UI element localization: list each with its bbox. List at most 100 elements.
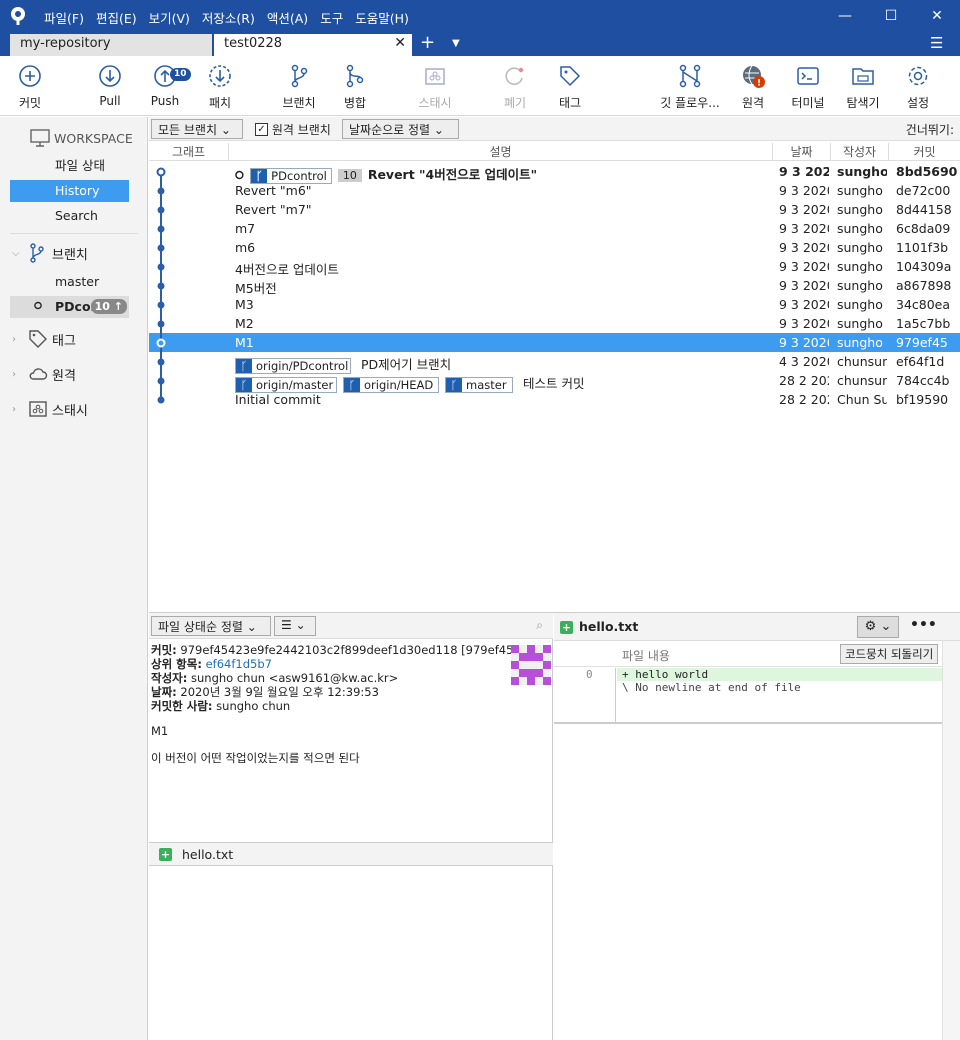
sidebar-branch-master[interactable]: master bbox=[10, 271, 129, 293]
fetch-button[interactable]: 패치 bbox=[185, 64, 255, 111]
svg-text:!: ! bbox=[757, 79, 761, 89]
minimize-icon[interactable]: — bbox=[822, 0, 868, 32]
detail-toolbar: 파일 상태순 정렬 ⌄ ☰ ⌄ ⌕ bbox=[149, 613, 553, 639]
graph-node[interactable] bbox=[157, 225, 165, 233]
revert-hunk-button[interactable]: 코드뭉치 되돌리기 bbox=[840, 644, 939, 664]
merge-button[interactable]: 병합 bbox=[320, 64, 390, 111]
new-tab-icon[interactable]: + bbox=[420, 32, 435, 53]
graph-node[interactable] bbox=[157, 282, 165, 290]
cloud-icon bbox=[29, 368, 48, 380]
chevron-right-icon: › bbox=[12, 368, 16, 380]
col-date[interactable]: 날짜 bbox=[773, 143, 831, 161]
more-options-icon[interactable]: ••• bbox=[910, 617, 937, 633]
tab-close-icon[interactable]: ✕ bbox=[394, 35, 406, 51]
sidebar-item-history[interactable]: History bbox=[10, 180, 129, 202]
view-mode-dropdown[interactable]: ☰ ⌄ bbox=[274, 616, 316, 636]
sidebar-group-branches[interactable]: ⌵ 브랜치 bbox=[12, 243, 88, 263]
close-icon[interactable]: ✕ bbox=[914, 0, 960, 32]
commit-button[interactable]: 커밋 bbox=[0, 64, 65, 111]
checkbox-checked-icon: ✓ bbox=[255, 123, 268, 136]
diff-scrollbar[interactable] bbox=[942, 641, 960, 1040]
changed-file-row[interactable]: + hello.txt bbox=[149, 842, 553, 866]
menu-tools[interactable]: 도구 bbox=[320, 8, 343, 27]
graph-node[interactable] bbox=[157, 320, 165, 328]
gitflow-button[interactable]: 깃 플로우... bbox=[655, 64, 725, 111]
hunk-label: 파일 내용 bbox=[622, 649, 670, 663]
col-graph[interactable]: 그래프 bbox=[149, 143, 229, 161]
history-column-headers: 그래프 설명 날짜 작성자 커밋 bbox=[149, 141, 960, 161]
branch-filter-dropdown[interactable]: 모든 브랜치 ⌄ bbox=[151, 119, 243, 139]
tab-my-repository[interactable]: my-repository bbox=[10, 34, 212, 56]
sidebar-group-tags[interactable]: › 태그 bbox=[12, 329, 76, 349]
col-commit[interactable]: 커밋 bbox=[889, 143, 960, 161]
graph-node[interactable] bbox=[156, 167, 166, 177]
title-bar: 파일(F) 편집(E) 보기(V) 저장소(R) 액션(A) 도구 도움말(H)… bbox=[0, 0, 960, 32]
sidebar-group-stashes[interactable]: › 스태시 bbox=[12, 399, 88, 419]
sidebar-item-file-status[interactable]: 파일 상태 bbox=[10, 155, 129, 177]
graph-node[interactable] bbox=[157, 206, 165, 214]
commit-plus-icon bbox=[19, 65, 41, 87]
table-row[interactable]: Initial commit 28 2 2020 Chun Su bf19590 bbox=[149, 390, 960, 409]
table-row[interactable]: Revert "m7" 9 3 2020 sungho c 8d44158 bbox=[149, 200, 960, 219]
date-value: 2020년 3월 9일 월요일 오후 12:39:53 bbox=[180, 685, 379, 699]
table-row[interactable]: m7 9 3 2020 sungho c 6c8da09 bbox=[149, 219, 960, 238]
stash-button[interactable]: 스태시 bbox=[400, 64, 470, 111]
toolbar: 커밋 Pull Push 10 패치 브랜치 병합 스태시 폐기 태그 깃 플로… bbox=[0, 56, 960, 116]
search-icon[interactable]: ⌕ bbox=[536, 618, 543, 633]
table-row[interactable]: M3 9 3 2020 sungho c 34c80ea bbox=[149, 295, 960, 314]
menu-repository[interactable]: 저장소(R) bbox=[202, 8, 255, 27]
avatar bbox=[511, 645, 551, 685]
col-description[interactable]: 설명 bbox=[229, 143, 773, 161]
chevron-right-icon: › bbox=[12, 333, 16, 345]
graph-node[interactable] bbox=[157, 187, 165, 195]
tag-button[interactable]: 태그 bbox=[535, 64, 605, 111]
table-row[interactable]: M5버전 9 3 2020 sungho c a867898 bbox=[149, 276, 960, 296]
table-row-selected[interactable]: M1 9 3 2020 sungho c 979ef45 bbox=[149, 333, 960, 352]
menu-file[interactable]: 파일(F) bbox=[44, 8, 84, 27]
graph-node[interactable] bbox=[157, 396, 165, 404]
sidebar-group-remotes[interactable]: › 원격 bbox=[12, 364, 76, 384]
table-row[interactable]: Revert "m6" 9 3 2020 sungho c de72c00 bbox=[149, 181, 960, 200]
graph-node[interactable] bbox=[157, 244, 165, 252]
file-sort-dropdown[interactable]: 파일 상태순 정렬 ⌄ bbox=[151, 616, 271, 636]
graph-node[interactable] bbox=[157, 263, 165, 271]
diff-file-name: hello.txt bbox=[579, 619, 639, 634]
diff-no-newline-line: \ No newline at end of file bbox=[622, 681, 801, 694]
hamburger-menu-icon[interactable]: ☰ bbox=[930, 34, 943, 52]
branch-icon bbox=[30, 243, 44, 263]
table-row[interactable]: ᚴ origin/master ᚴ origin/HEAD ᚴ master 테스트 커밋… bbox=[149, 371, 960, 393]
remote-branches-checkbox[interactable]: ✓ 원격 브랜치 bbox=[255, 121, 331, 138]
table-row[interactable]: M2 9 3 2020 sungho c 1a5c7bb bbox=[149, 314, 960, 333]
col-author[interactable]: 작성자 bbox=[831, 143, 889, 161]
menu-view[interactable]: 보기(V) bbox=[149, 8, 190, 27]
graph-node[interactable] bbox=[157, 301, 165, 309]
committer-value: sungho chun bbox=[216, 699, 291, 713]
maximize-icon[interactable]: ☐ bbox=[868, 0, 914, 32]
graph-node[interactable] bbox=[157, 377, 165, 385]
settings-button[interactable]: 설정 bbox=[883, 64, 953, 111]
table-row[interactable]: 4버전으로 업데이트 9 3 2020 sungho c 104309a bbox=[149, 257, 960, 277]
table-row[interactable]: m6 9 3 2020 sungho c 1101f3b bbox=[149, 238, 960, 257]
menu-actions[interactable]: 액션(A) bbox=[267, 8, 308, 27]
parent-commit-link[interactable]: ef64f1d5b7 bbox=[206, 657, 272, 671]
commit-graph bbox=[156, 167, 166, 404]
menu-help[interactable]: 도움말(H) bbox=[355, 8, 409, 27]
commit-metadata: 커밋: 979ef45423e9fe2442103c2f899deef1d30e… bbox=[151, 643, 518, 713]
ahead-count-badge: 10 ↑ bbox=[90, 299, 127, 314]
changed-file-name: hello.txt bbox=[182, 847, 234, 862]
graph-node[interactable] bbox=[157, 358, 165, 366]
tab-label: test0228 bbox=[224, 36, 283, 51]
diff-options-gear-icon[interactable]: ⚙ ⌄ bbox=[857, 616, 899, 638]
diff-hunk: 파일 내용 코드뭉치 되돌리기 0 + hello world \ No new… bbox=[554, 641, 942, 723]
menu-edit[interactable]: 편집(E) bbox=[96, 8, 137, 27]
table-row[interactable]: ᚴorigin/PDcontrol PD제어기 브랜치 4 3 2020 chu… bbox=[149, 352, 960, 374]
stash-icon bbox=[29, 401, 47, 417]
sort-dropdown[interactable]: 날짜순으로 정렬 ⌄ bbox=[342, 119, 459, 139]
table-row[interactable]: ⭘ ᚴ PDcontrol 10 Revert "4버전으로 업데이트" 9 3 20… bbox=[149, 162, 960, 184]
tab-list-chevron-icon[interactable]: ▼ bbox=[452, 38, 460, 49]
graph-node-selected[interactable] bbox=[156, 338, 166, 348]
sidebar-branch-pdcontrol[interactable]: ⭘ PDcontrol 10 ↑ bbox=[10, 296, 129, 318]
tab-test0228[interactable]: test0228 ✕ bbox=[214, 34, 412, 56]
gear-icon bbox=[908, 66, 928, 86]
sidebar-item-search[interactable]: Search bbox=[10, 205, 129, 227]
